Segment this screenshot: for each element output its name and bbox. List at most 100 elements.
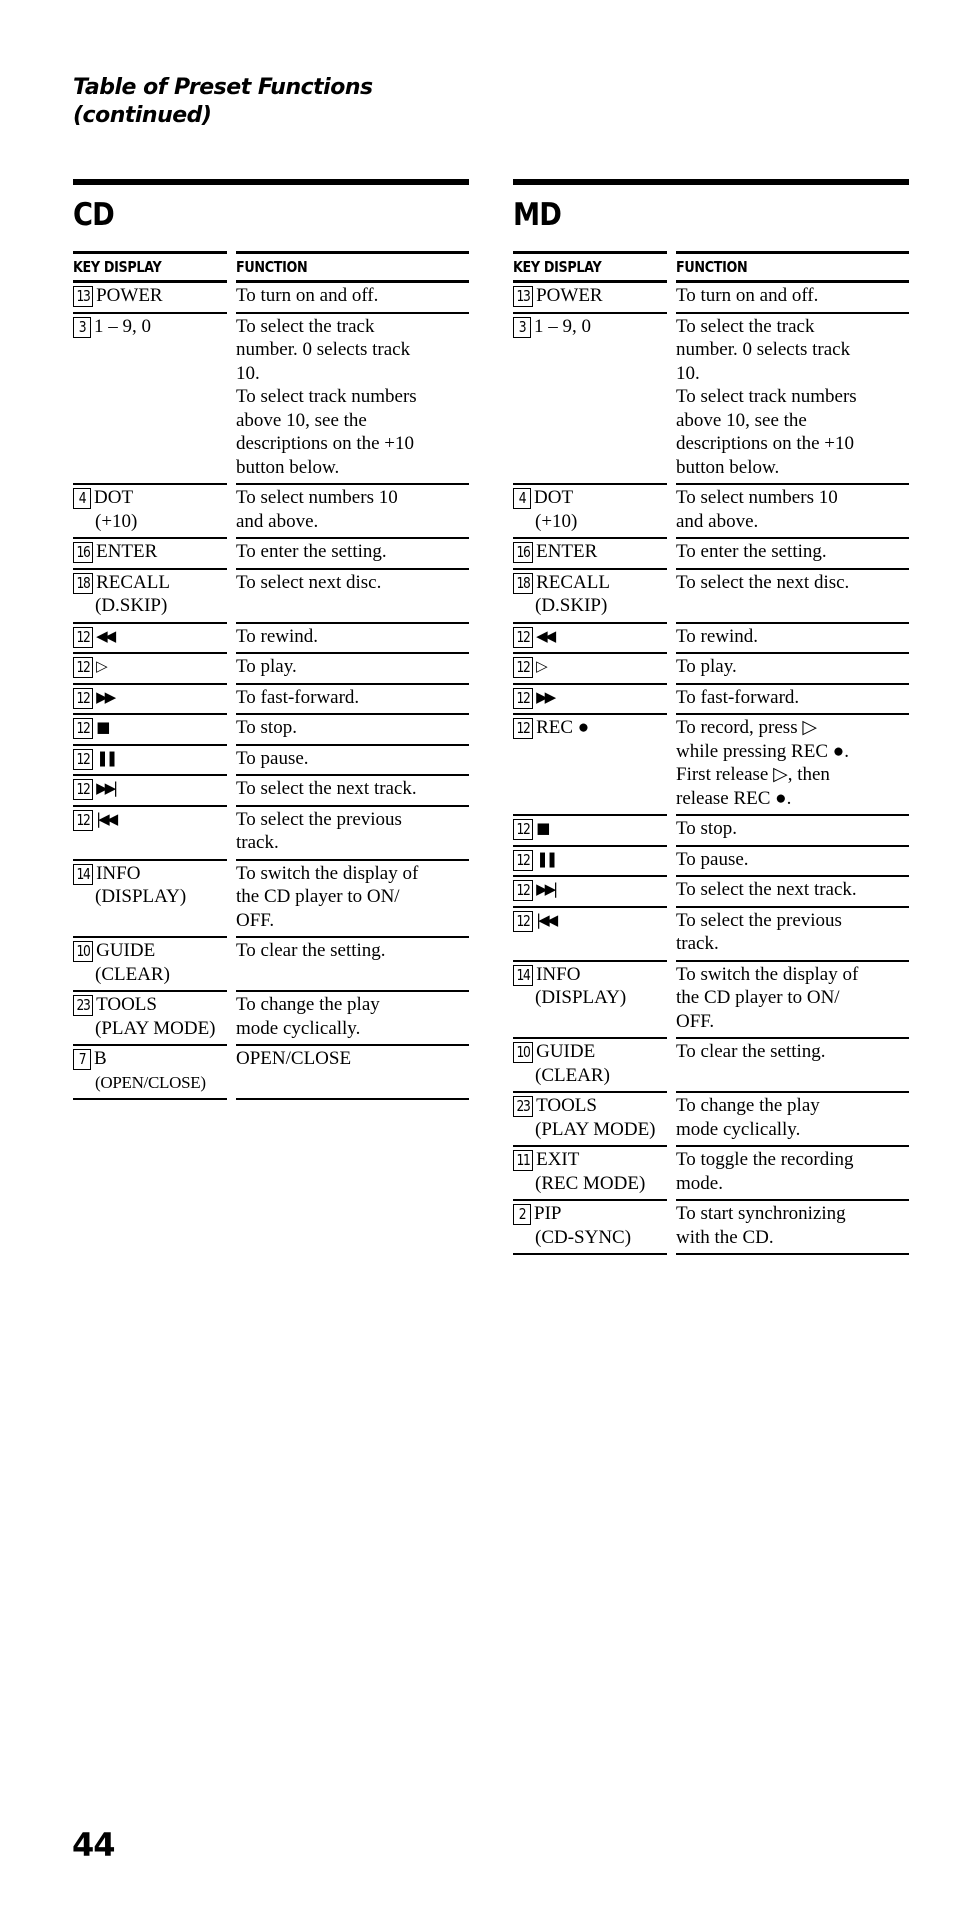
key-label: INFO (96, 862, 141, 884)
key-sublabel: (CLEAR) (95, 963, 170, 985)
function-cell: OPEN/CLOSE (236, 1046, 469, 1100)
function-cell: To switch the display of the CD player t… (236, 861, 469, 938)
section-rule (513, 179, 909, 185)
rewind-icon: ◀◀ (536, 626, 556, 645)
table-row: 2 PIP (CD-SYNC) To start synchronizing with… (513, 1201, 909, 1255)
function-cell: To play. (236, 654, 469, 685)
function-cell: To select the next disc. (676, 570, 909, 624)
table-row: 18 RECALL (D.SKIP) To select the next disc. (513, 570, 909, 624)
table-row: 12 |◀◀ To select the previous track. (513, 908, 909, 962)
key-line: 31 – 9, 0 (513, 315, 667, 339)
table-row: 4 DOT (+10) To select numbers 10 and above. (513, 485, 909, 539)
key-display-cell: 12 ◀◀ (73, 624, 227, 654)
function-cell: To play. (676, 654, 909, 685)
key-number-badge: 12 (73, 718, 94, 739)
table-header: KEY DISPLAY FUNCTION (73, 251, 469, 283)
key-display-cell: 16 ENTER (513, 539, 667, 570)
table-row: 12 ▷ To play. (73, 654, 469, 685)
key-number-badge: 12 (513, 657, 534, 678)
key-sublabel: (PLAY MODE) (95, 1017, 216, 1039)
function-cell: To select the previous track. (676, 908, 909, 962)
key-number-badge: 2 (513, 1204, 531, 1225)
key-number-badge: 10 (73, 941, 94, 962)
table-row: 12 ■ To stop. (513, 816, 909, 847)
key-number-badge: 12 (73, 626, 94, 648)
md-function-table: KEY DISPLAY FUNCTION 13 POWER To turn on a… (513, 251, 909, 1255)
table-row: 11 EXIT (REC MODE) To toggle the recording … (513, 1147, 909, 1201)
key-display-cell: 12 ❚❚ (73, 746, 227, 776)
function-cell: To fast-forward. (676, 685, 909, 715)
key-number-badge: 12 (73, 809, 94, 831)
key-label: INFO (536, 963, 581, 985)
key-number-badge: 23 (73, 995, 94, 1016)
key-label: PIP (534, 1203, 562, 1224)
table-row: 12 |◀◀ To select the previous track. (73, 807, 469, 861)
table-row: 10 GUIDE (CLEAR) To clear the setting. (73, 938, 469, 992)
key-line: 12 ▶▶| (513, 878, 667, 902)
pause-icon: ❚❚ (536, 849, 558, 868)
column-header-key-display: KEY DISPLAY (73, 251, 227, 283)
key-label: RECALL (96, 571, 170, 593)
key-line: 13 POWER (73, 284, 227, 308)
function-cell: To turn on and off. (676, 283, 909, 314)
key-display-cell: 12 ▶▶| (73, 776, 227, 807)
column-header-key-display: KEY DISPLAY (513, 251, 667, 283)
table-row: 4 DOT (+10) To select numbers 10 and above. (73, 485, 469, 539)
key-label: B (94, 1048, 107, 1069)
key-sublabel: (CD-SYNC) (535, 1226, 632, 1248)
key-number-badge: 12 (73, 657, 94, 678)
key-number-badge: 18 (73, 572, 94, 594)
key-label: REC ● (536, 717, 590, 738)
key-sublabel: (REC MODE) (535, 1172, 646, 1194)
stop-icon: ■ (536, 819, 550, 837)
table-row: 13 POWER To turn on and off. (73, 283, 469, 314)
key-line: 12 ■ (73, 716, 227, 740)
table-row: 10 GUIDE (CLEAR) To clear the setting. (513, 1039, 909, 1093)
function-cell: To change the play mode cyclically. (676, 1093, 909, 1147)
key-line: 12 |◀◀ (73, 808, 227, 832)
table-row: 31 – 9, 0 To select the track number. 0 s… (73, 314, 469, 485)
key-number-badge: 16 (73, 542, 94, 563)
function-cell: To rewind. (676, 624, 909, 654)
key-line: 10 GUIDE (513, 1040, 667, 1064)
column-header-function: FUNCTION (676, 251, 909, 283)
key-line: 12 ▶▶ (513, 686, 667, 710)
key-display-cell: 4 DOT (+10) (73, 485, 227, 539)
function-cell: To stop. (676, 816, 909, 847)
md-section: MD KEY DISPLAY FUNCTION 13 POWER To turn o… (513, 179, 909, 1255)
key-display-cell: 7 B (OPEN/CLOSE) (73, 1046, 227, 1100)
function-cell: To fast-forward. (236, 685, 469, 715)
table-row: 14 INFO (DISPLAY) To switch the display of … (513, 962, 909, 1039)
key-display-cell: 12 REC ● (513, 715, 667, 816)
table-row: 12 REC ● To record, press ▷ while pressing… (513, 715, 909, 816)
key-sublabel: (DISPLAY) (535, 987, 627, 1008)
table-row: 13 POWER To turn on and off. (513, 283, 909, 314)
key-number-badge: 12 (513, 880, 534, 901)
key-number-badge: 12 (73, 779, 94, 800)
page-heading: Table of Preset Functions (continued) (73, 74, 373, 130)
pause-icon: ❚❚ (96, 748, 118, 767)
function-cell: To switch the display of the CD player t… (676, 962, 909, 1039)
table-row: 16 ENTER To enter the setting. (73, 539, 469, 570)
key-number-badge: 12 (513, 687, 534, 709)
function-cell: To select the track number. 0 selects tr… (676, 314, 909, 485)
key-number-badge: 11 (513, 1150, 534, 1171)
key-number-badge: 13 (513, 286, 534, 307)
key-number-badge: 10 (513, 1042, 534, 1063)
cd-function-table: KEY DISPLAY FUNCTION 13 POWER To turn on a… (73, 251, 469, 1100)
section-title: CD (73, 197, 115, 233)
key-sublabel: (DISPLAY) (95, 886, 187, 907)
key-display-cell: 12 |◀◀ (513, 908, 667, 962)
key-display-cell: 4 DOT (+10) (513, 485, 667, 539)
function-cell: To select the previous track. (236, 807, 469, 861)
function-cell: To turn on and off. (236, 283, 469, 314)
function-cell: To record, press ▷ while pressing REC ●.… (676, 715, 909, 816)
key-label: POWER (536, 285, 603, 306)
key-number-badge: 16 (513, 542, 534, 563)
function-cell: To select next disc. (236, 570, 469, 624)
table-row: 14 INFO (DISPLAY) To switch the display of … (73, 861, 469, 938)
key-number-badge: 14 (73, 863, 94, 885)
function-cell: To toggle the recording mode. (676, 1147, 909, 1201)
next-track-icon: ▶▶| (96, 779, 118, 797)
key-label: EXIT (536, 1149, 580, 1170)
